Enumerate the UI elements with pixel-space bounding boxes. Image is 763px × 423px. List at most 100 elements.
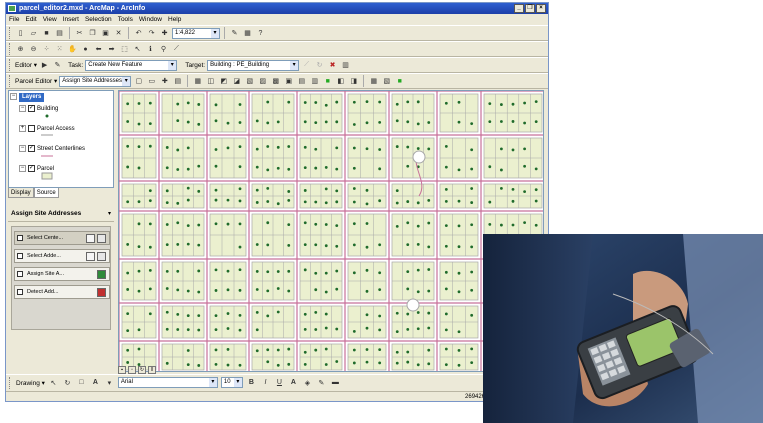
bold-button[interactable]: B: [246, 377, 257, 388]
delete-icon[interactable]: ✕: [113, 28, 124, 39]
asa-panel-header[interactable]: Assign Site Addresses ▾: [8, 206, 114, 222]
step-checkbox[interactable]: [17, 235, 23, 241]
parcel-tool-4-icon[interactable]: ▤: [172, 76, 183, 87]
layout-view-icon[interactable]: ▫: [128, 366, 136, 374]
zoom-in-icon[interactable]: ⊕: [15, 44, 26, 55]
parcel-editor-menu[interactable]: Parcel Editor ▾: [15, 77, 57, 85]
expand-icon[interactable]: −: [19, 164, 26, 172]
back-extent-icon[interactable]: ⬅: [93, 44, 104, 55]
editor-toolbar-icon[interactable]: ✎: [229, 28, 240, 39]
select-elements-icon[interactable]: ↖: [48, 377, 59, 388]
parcel-tool-9-icon[interactable]: ▧: [244, 76, 255, 87]
rotate-tool-icon[interactable]: ↻: [314, 60, 325, 71]
find-icon[interactable]: ⚲: [158, 44, 169, 55]
parcel-tool-17-icon[interactable]: ◨: [348, 76, 359, 87]
rotate-icon[interactable]: ↻: [62, 377, 73, 388]
toolbar-grip[interactable]: [9, 75, 12, 87]
parcel-command-select[interactable]: Assign Site Addresses: [59, 75, 132, 87]
map-scale-select[interactable]: 1:4,822: [172, 27, 220, 39]
add-data-icon[interactable]: ✚: [159, 28, 170, 39]
parcel-tool-3-icon[interactable]: ✚: [159, 76, 170, 87]
parcel-tool-7-icon[interactable]: ◩: [218, 76, 229, 87]
text-style-icon[interactable]: ▾: [104, 377, 115, 388]
menu-edit[interactable]: Edit: [25, 14, 36, 25]
collapse-icon[interactable]: −: [10, 92, 17, 100]
parcel-tool-2-icon[interactable]: ▭: [146, 76, 157, 87]
font-size-select[interactable]: 10: [220, 377, 243, 388]
layer-checkbox[interactable]: ✓: [28, 144, 35, 152]
italic-button[interactable]: I: [260, 377, 271, 388]
forward-extent-icon[interactable]: ➡: [106, 44, 117, 55]
redo-icon[interactable]: ↷: [146, 28, 157, 39]
maximize-button[interactable]: ❐: [525, 4, 535, 13]
select-elements-icon[interactable]: ↖: [132, 44, 143, 55]
parcel-tool-1-icon[interactable]: ▢: [133, 76, 144, 87]
copy-icon[interactable]: ❐: [87, 28, 98, 39]
parcel-tool-6-icon[interactable]: ◫: [205, 76, 216, 87]
menu-view[interactable]: View: [43, 14, 57, 25]
data-view-icon[interactable]: ▪: [118, 366, 126, 374]
asa-step-detect-address[interactable]: Detect Add...: [14, 285, 110, 299]
arctoolbox-icon[interactable]: ▦: [242, 28, 253, 39]
parcel-tool-14-icon[interactable]: ▥: [309, 76, 320, 87]
underline-button[interactable]: U: [274, 377, 285, 388]
parcel-tool-15-icon[interactable]: ■: [322, 76, 333, 87]
menu-file[interactable]: File: [9, 14, 19, 25]
parcel-tool-10-icon[interactable]: ▨: [257, 76, 268, 87]
measure-icon[interactable]: ⟋: [171, 44, 182, 55]
parcel-tool-5-icon[interactable]: ▦: [192, 76, 203, 87]
font-select[interactable]: Arial: [117, 377, 218, 388]
asa-step-assign-site[interactable]: Assign Site A...: [14, 267, 110, 281]
toolbar-grip[interactable]: [9, 27, 12, 39]
step-info-icon[interactable]: [86, 234, 95, 243]
fixed-zoom-out-icon[interactable]: ⁙: [54, 44, 65, 55]
parcel-tool-16-icon[interactable]: ◧: [335, 76, 346, 87]
new-text-icon[interactable]: A: [90, 377, 101, 388]
toolbar-grip[interactable]: [9, 43, 12, 55]
menu-tools[interactable]: Tools: [118, 14, 133, 25]
target-select[interactable]: Building : PE_Building: [207, 59, 300, 71]
minimize-button[interactable]: _: [514, 4, 524, 13]
step-run-icon[interactable]: [97, 234, 106, 243]
fill-color-icon[interactable]: ◈: [302, 377, 313, 388]
menu-help[interactable]: Help: [168, 14, 181, 25]
menu-window[interactable]: Window: [139, 14, 162, 25]
cut-icon[interactable]: ✂: [74, 28, 85, 39]
expand-icon[interactable]: +: [19, 124, 26, 132]
sketch-properties-icon[interactable]: ▥: [340, 60, 351, 71]
layer-checkbox[interactable]: ✓: [28, 164, 35, 172]
parcel-tool-13-icon[interactable]: ▤: [296, 76, 307, 87]
fixed-zoom-in-icon[interactable]: ⁘: [41, 44, 52, 55]
editor-menu[interactable]: Editor ▾: [15, 61, 37, 69]
layer-checkbox[interactable]: ✓: [28, 104, 35, 112]
parcel-map[interactable]: [119, 91, 544, 372]
parcel-tool-8-icon[interactable]: ◪: [231, 76, 242, 87]
marker-color-icon[interactable]: ▬: [330, 377, 341, 388]
parcel-tool-12-icon[interactable]: ▣: [283, 76, 294, 87]
sketch-tool-icon[interactable]: ✎: [52, 60, 63, 71]
edit-tool-icon[interactable]: ▶: [39, 60, 50, 71]
layer-checkbox[interactable]: [28, 124, 35, 132]
asa-step-select-centerline[interactable]: Select Cente...: [14, 231, 110, 245]
step-info-icon[interactable]: [86, 252, 95, 261]
menu-selection[interactable]: Selection: [85, 14, 112, 25]
parcel-tool-18-icon[interactable]: ▦: [368, 76, 379, 87]
step-run-icon[interactable]: [97, 270, 106, 279]
new-document-icon[interactable]: ▯: [15, 28, 26, 39]
line-color-icon[interactable]: ✎: [316, 377, 327, 388]
step-run-icon[interactable]: [97, 252, 106, 261]
layers-data-frame[interactable]: Layers: [19, 93, 45, 102]
undo-icon[interactable]: ↶: [133, 28, 144, 39]
panel-menu-icon[interactable]: ▾: [108, 206, 111, 222]
tab-display[interactable]: Display: [8, 188, 34, 198]
rectangle-icon[interactable]: □: [76, 377, 87, 388]
title-bar[interactable]: parcel_editor2.mxd - ArcMap - ArcInfo _ …: [6, 3, 548, 14]
split-tool-icon[interactable]: ⟋: [301, 60, 312, 71]
step-run-icon[interactable]: [97, 288, 106, 297]
map-display[interactable]: [118, 90, 544, 372]
select-features-icon[interactable]: ⬚: [119, 44, 130, 55]
step-checkbox[interactable]: [17, 289, 23, 295]
save-icon[interactable]: ■: [41, 28, 52, 39]
pause-draw-icon[interactable]: ‖: [148, 366, 156, 374]
close-button[interactable]: ×: [536, 4, 546, 13]
